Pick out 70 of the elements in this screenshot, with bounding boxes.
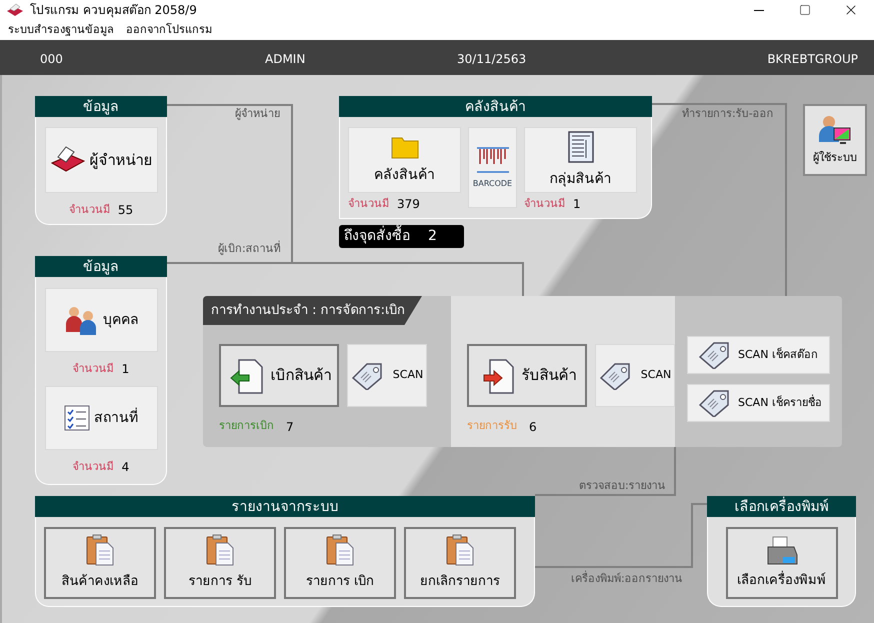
app-icon (6, 3, 24, 17)
clipboard-icon (205, 534, 235, 566)
report-button[interactable]: สินค้าคงเหลือ (44, 527, 156, 599)
issue-goods-button[interactable]: เบิกสินค้า (219, 344, 339, 407)
clipboard-icon (85, 534, 115, 566)
menu-item[interactable]: ออกจากโปรแกรม (126, 22, 212, 38)
count-label: จำนวนมี (72, 458, 114, 475)
list-document-icon (566, 130, 594, 162)
user-monitor-icon (818, 114, 852, 146)
count-label: จำนวนมี (524, 196, 565, 212)
connector-label: เครื่องพิมพ์:ออกรายงาน (571, 571, 683, 587)
count-value: 379 (397, 196, 420, 213)
checklist-icon (64, 405, 90, 431)
tag-icon (350, 362, 385, 390)
reorder-label: ถึงจุดสั่งซื้อ (344, 226, 410, 247)
panel-header: รายงานจากระบบ (35, 496, 535, 517)
menu-item[interactable]: ระบบสำรองฐานข้อมูล (8, 22, 114, 38)
select-printer-button[interactable]: เลือกเครื่องพิมพ์ (726, 527, 838, 599)
folder-icon (390, 134, 418, 158)
tag-icon (698, 389, 732, 417)
reorder-badge[interactable]: ถึงจุดสั่งซื้อ 2 (339, 225, 464, 248)
people-icon (63, 304, 99, 336)
count-value: 55 (118, 202, 134, 219)
connector-label: ทำรายการ:รับ-ออก (682, 106, 774, 122)
count-label: จำนวนมี (348, 196, 389, 212)
receive-goods-button[interactable]: รับสินค้า (467, 344, 587, 407)
report-button[interactable]: รายการ รับ (164, 527, 276, 599)
count-label: จำนวนมี (72, 360, 114, 377)
warehouse-button[interactable]: คลังสินค้า (348, 127, 461, 193)
panel-header: คลังสินค้า (339, 96, 652, 117)
reorder-count: 2 (428, 227, 437, 246)
branch-code: 000 (40, 51, 63, 68)
window-title: โปรแกรม ควบคุมสต๊อก 2058/9 (30, 2, 197, 19)
scan-button[interactable]: SCAN เช็คสต๊อก (687, 336, 830, 374)
count-value: 4 (122, 459, 130, 476)
barcode-button[interactable]: BARCODE (468, 127, 517, 208)
scan-button[interactable]: SCAN (595, 344, 675, 407)
panel-header: ข้อมูล (35, 256, 167, 277)
panel-header: ข้อมูล (35, 96, 167, 117)
count-label: รายการรับ (467, 418, 517, 434)
scan-button[interactable]: SCAN เช็ครายชื่อ (687, 384, 830, 422)
barcode-icon (476, 146, 510, 174)
connector-label: ตรวจสอบ:รายงาน (579, 478, 666, 494)
date-text: 30/11/2563 (457, 51, 526, 68)
report-button[interactable]: รายการ เบิก (284, 527, 396, 599)
count-value: 1 (122, 361, 130, 378)
user-button[interactable]: ผู้ใช้ระบบ (803, 104, 867, 176)
operations-title: การทำงานประจำ : การจัดการ:เบิก (203, 296, 422, 325)
count-value: 1 (573, 196, 581, 213)
tag-icon (698, 341, 732, 369)
user-name: ADMIN (265, 51, 306, 68)
clipboard-icon (445, 534, 475, 566)
panel-header: เลือกเครื่องพิมพ์ (707, 496, 856, 517)
product-group-button[interactable]: กลุ่มสินค้า (524, 127, 637, 193)
supplier-button[interactable]: ผู้จำหน่าย (44, 127, 158, 193)
clipboard-icon (325, 534, 355, 566)
count-label: รายการเบิก (219, 418, 274, 434)
connector-label: ผู้เบิก:สถานที่ (218, 241, 281, 257)
tag-icon (598, 362, 633, 390)
connector-label: ผู้จำหน่าย (235, 106, 280, 122)
printer-icon (764, 535, 798, 568)
count-value: 7 (286, 419, 294, 436)
scan-button[interactable]: SCAN (347, 344, 427, 407)
person-button[interactable]: บุคคล (44, 288, 158, 352)
maximize-icon (799, 4, 811, 16)
company-name: BKREBTGROUP (767, 51, 858, 68)
report-button[interactable]: ยกเลิกรายการ (404, 527, 516, 599)
count-value: 6 (529, 419, 537, 436)
place-button[interactable]: สถานที่ (44, 386, 158, 450)
count-label: จำนวนมี (68, 202, 110, 218)
